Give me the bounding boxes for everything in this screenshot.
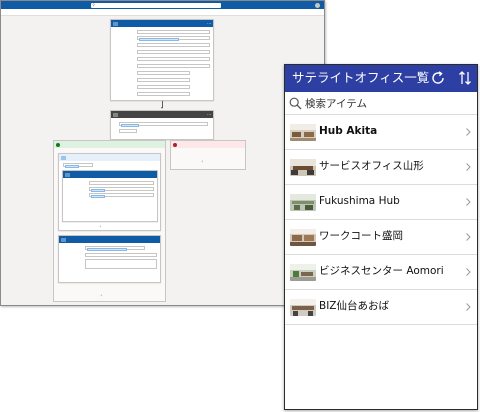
list-item-label: サービスオフィス山形 [319, 160, 424, 172]
close-icon [173, 142, 177, 147]
flow-branch-header [54, 141, 165, 148]
flow-card-header [59, 236, 160, 243]
page-title: サテライトオフィス一覧 [292, 70, 430, 85]
flow-nested-action-card[interactable] [62, 170, 158, 222]
flow-branch-yes: ＋ ＋ [53, 140, 166, 302]
chevron-right-icon [466, 198, 471, 206]
flow-search-box[interactable]: ⚲ [91, 2, 221, 8]
flow-card-header [59, 154, 160, 161]
flow-update-card[interactable] [58, 235, 161, 283]
chevron-right-icon [466, 268, 471, 276]
flow-connector-arrow [160, 107, 163, 109]
add-action-link[interactable]: ＋ [100, 293, 103, 297]
refresh-icon [432, 71, 444, 84]
search-icon [289, 97, 302, 110]
chevron-right-icon [466, 163, 471, 171]
sort-icon [459, 71, 471, 85]
office-list: Hub Akita サービスオフィス山形 Fukushima Hub ワークコー… [285, 115, 477, 325]
list-item-label: ビジネスセンター Aomori [319, 265, 444, 277]
list-item-label: ワークコート盛岡 [319, 230, 403, 242]
flow-card-header [63, 171, 157, 178]
chevron-right-icon [466, 303, 471, 311]
action-icon [60, 237, 66, 242]
flow-editor-window: ⚲ ··· ··· ＋ ＋ ＋ [0, 0, 325, 306]
more-options-icon[interactable]: ··· [207, 111, 211, 118]
chevron-right-icon [466, 128, 471, 136]
flow-apply-to-each-card[interactable]: ＋ [58, 153, 161, 231]
flow-branch-no: ＋ [170, 140, 246, 170]
office-thumbnail [290, 229, 316, 246]
refresh-button[interactable] [428, 68, 448, 88]
office-thumbnail [290, 159, 316, 176]
flow-branch-header [171, 141, 245, 148]
list-item[interactable]: サービスオフィス山形 [285, 150, 477, 185]
office-thumbnail [290, 299, 316, 316]
loop-icon [60, 155, 66, 160]
list-item-label: Fukushima Hub [319, 195, 400, 207]
chevron-right-icon [466, 233, 471, 241]
search-bar [285, 92, 477, 115]
add-action-link[interactable]: ＋ [201, 159, 204, 163]
list-item-label: BIZ仙台あおば [319, 300, 389, 312]
condition-icon [112, 112, 118, 117]
flow-action-card[interactable]: ··· [110, 19, 214, 101]
more-options-icon[interactable]: ··· [207, 20, 211, 27]
action-icon [112, 21, 118, 26]
add-action-link[interactable]: ＋ [99, 224, 102, 228]
avatar[interactable] [315, 2, 320, 8]
list-item[interactable]: ビジネスセンター Aomori [285, 255, 477, 290]
flow-card-header: ··· [111, 20, 213, 27]
app-header: サテライトオフィス一覧 [285, 65, 477, 92]
list-item[interactable]: Hub Akita [285, 115, 477, 150]
office-thumbnail [290, 124, 316, 141]
list-item-label: Hub Akita [319, 125, 378, 137]
flow-topbar: ⚲ [1, 1, 324, 9]
list-item[interactable]: Fukushima Hub [285, 185, 477, 220]
flow-command-bar [1, 9, 324, 16]
search-input[interactable] [305, 95, 471, 112]
list-item[interactable]: ワークコート盛岡 [285, 220, 477, 255]
office-thumbnail [290, 194, 316, 211]
app-screen: サテライトオフィス一覧 Hub Akita [284, 64, 478, 410]
action-icon [64, 172, 70, 177]
office-thumbnail [290, 264, 316, 281]
flow-card-header: ··· [111, 111, 213, 118]
check-icon [56, 142, 60, 147]
list-item[interactable]: BIZ仙台あおば [285, 290, 477, 325]
search-icon: ⚲ [92, 2, 96, 7]
sort-button[interactable] [455, 68, 475, 88]
flow-condition-card[interactable]: ··· [110, 110, 214, 140]
